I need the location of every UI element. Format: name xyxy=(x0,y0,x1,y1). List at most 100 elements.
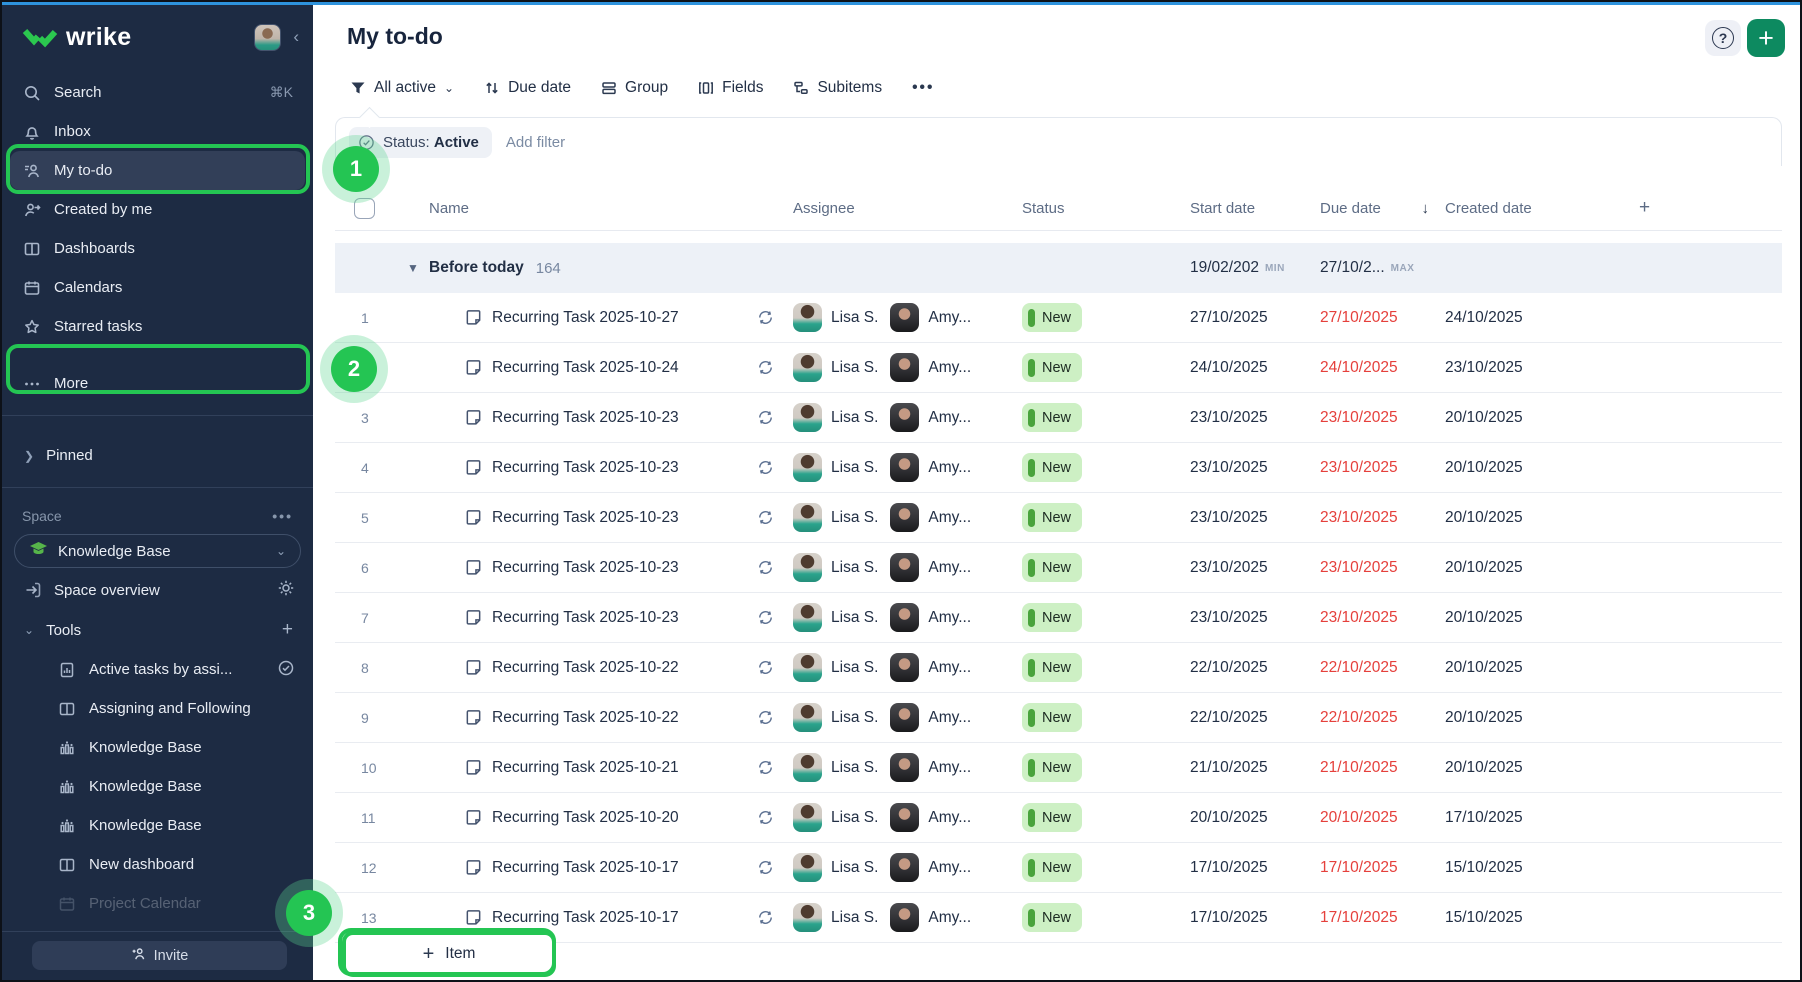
sidebar-item-starred-tasks[interactable]: Starred tasks xyxy=(10,307,305,346)
start-date[interactable]: 22/10/2025 xyxy=(1190,659,1268,677)
due-date[interactable]: 23/10/2025 xyxy=(1320,559,1398,577)
task-name[interactable]: Recurring Task 2025-10-22 xyxy=(492,709,679,727)
tool-item-assigning-following[interactable]: Assigning and Following xyxy=(2,689,313,728)
gear-icon[interactable] xyxy=(277,579,295,601)
status-badge[interactable]: New xyxy=(1022,453,1082,482)
status-badge[interactable]: New xyxy=(1022,803,1082,832)
assignee-avatar[interactable] xyxy=(890,653,919,682)
task-name[interactable]: Recurring Task 2025-10-24 xyxy=(492,359,679,377)
created-date[interactable]: 20/10/2025 xyxy=(1445,409,1523,427)
table-row[interactable]: 6 Recurring Task 2025-10-23 Li xyxy=(335,543,1782,593)
table-row[interactable]: 12 Recurring Task 2025-10-17 L xyxy=(335,843,1782,893)
created-date[interactable]: 20/10/2025 xyxy=(1445,759,1523,777)
start-date[interactable]: 23/10/2025 xyxy=(1190,409,1268,427)
task-name[interactable]: Recurring Task 2025-10-27 xyxy=(492,309,679,327)
due-date[interactable]: 23/10/2025 xyxy=(1320,509,1398,527)
space-selector[interactable]: Knowledge Base ⌄ xyxy=(14,534,301,568)
created-date[interactable]: 15/10/2025 xyxy=(1445,909,1523,927)
assignee-avatar[interactable] xyxy=(890,403,919,432)
start-date[interactable]: 23/10/2025 xyxy=(1190,609,1268,627)
due-date[interactable]: 23/10/2025 xyxy=(1320,459,1398,477)
table-row[interactable]: 4 Recurring Task 2025-10-23 Li xyxy=(335,443,1782,493)
chevron-down-icon[interactable]: ▼ xyxy=(407,261,419,275)
sidebar-item-calendars[interactable]: Calendars xyxy=(10,268,305,307)
task-name[interactable]: Recurring Task 2025-10-21 xyxy=(492,759,679,777)
table-row[interactable]: 1 Recurring Task 2025-10-27 Li xyxy=(335,293,1782,343)
sort-control[interactable]: Due date xyxy=(484,79,571,97)
assignee-avatar[interactable] xyxy=(793,553,822,582)
created-date[interactable]: 15/10/2025 xyxy=(1445,859,1523,877)
add-item-button[interactable]: + Item xyxy=(342,931,556,977)
created-date[interactable]: 20/10/2025 xyxy=(1445,459,1523,477)
assignee-avatar[interactable] xyxy=(793,303,822,332)
status-badge[interactable]: New xyxy=(1022,303,1082,332)
create-item-button[interactable]: + xyxy=(1747,19,1785,57)
task-name[interactable]: Recurring Task 2025-10-23 xyxy=(492,559,679,577)
created-date[interactable]: 20/10/2025 xyxy=(1445,709,1523,727)
table-row[interactable]: 8 Recurring Task 2025-10-22 Li xyxy=(335,643,1782,693)
created-date[interactable]: 23/10/2025 xyxy=(1445,359,1523,377)
start-date[interactable]: 23/10/2025 xyxy=(1190,559,1268,577)
due-date[interactable]: 21/10/2025 xyxy=(1320,759,1398,777)
status-badge[interactable]: New xyxy=(1022,653,1082,682)
space-menu-icon[interactable]: ••• xyxy=(272,508,293,524)
table-row[interactable]: 7 Recurring Task 2025-10-23 Li xyxy=(335,593,1782,643)
assignee-avatar[interactable] xyxy=(793,403,822,432)
assignee-avatar[interactable] xyxy=(890,553,919,582)
task-name[interactable]: Recurring Task 2025-10-23 xyxy=(492,609,679,627)
collapse-sidebar-icon[interactable]: ‹ xyxy=(293,27,299,47)
column-header-status[interactable]: Status xyxy=(1022,186,1190,230)
created-date[interactable]: 20/10/2025 xyxy=(1445,659,1523,677)
fields-control[interactable]: Fields xyxy=(698,79,763,97)
created-date[interactable]: 20/10/2025 xyxy=(1445,509,1523,527)
add-filter-button[interactable]: Add filter xyxy=(506,134,565,151)
group-row-before-today[interactable]: ▼ Before today164 19/02/202MIN 27/10/2..… xyxy=(335,243,1782,293)
start-date[interactable]: 23/10/2025 xyxy=(1190,459,1268,477)
due-date[interactable]: 27/10/2025 xyxy=(1320,309,1398,327)
status-badge[interactable]: New xyxy=(1022,753,1082,782)
assignee-avatar[interactable] xyxy=(793,603,822,632)
assignee-avatar[interactable] xyxy=(890,903,919,932)
select-all-checkbox[interactable] xyxy=(354,198,375,219)
due-date[interactable]: 23/10/2025 xyxy=(1320,409,1398,427)
assignee-avatar[interactable] xyxy=(793,653,822,682)
table-row[interactable]: 11 Recurring Task 2025-10-20 L xyxy=(335,793,1782,843)
created-date[interactable]: 20/10/2025 xyxy=(1445,609,1523,627)
task-name[interactable]: Recurring Task 2025-10-17 xyxy=(492,909,679,927)
created-date[interactable]: 17/10/2025 xyxy=(1445,809,1523,827)
start-date[interactable]: 21/10/2025 xyxy=(1190,759,1268,777)
assignee-avatar[interactable] xyxy=(890,303,919,332)
start-date[interactable]: 20/10/2025 xyxy=(1190,809,1268,827)
created-date[interactable]: 24/10/2025 xyxy=(1445,309,1523,327)
assignee-avatar[interactable] xyxy=(793,903,822,932)
invite-button[interactable]: Invite xyxy=(32,941,287,970)
due-date[interactable]: 17/10/2025 xyxy=(1320,909,1398,927)
help-button[interactable]: ? xyxy=(1705,20,1741,56)
table-row[interactable]: 10 Recurring Task 2025-10-21 L xyxy=(335,743,1782,793)
table-row[interactable]: 9 Recurring Task 2025-10-22 Li xyxy=(335,693,1782,743)
table-row[interactable]: 3 Recurring Task 2025-10-23 Li xyxy=(335,393,1782,443)
due-date[interactable]: 20/10/2025 xyxy=(1320,809,1398,827)
task-name[interactable]: Recurring Task 2025-10-23 xyxy=(492,409,679,427)
sidebar-item-search[interactable]: Search ⌘K xyxy=(10,73,305,112)
assignee-avatar[interactable] xyxy=(890,803,919,832)
toolbar-more-icon[interactable]: ••• xyxy=(912,79,934,97)
assignee-avatar[interactable] xyxy=(890,703,919,732)
status-badge[interactable]: New xyxy=(1022,703,1082,732)
sidebar-item-created-by-me[interactable]: Created by me xyxy=(10,190,305,229)
created-date[interactable]: 20/10/2025 xyxy=(1445,559,1523,577)
sidebar-item-more[interactable]: More xyxy=(10,364,305,403)
start-date[interactable]: 22/10/2025 xyxy=(1190,709,1268,727)
task-name[interactable]: Recurring Task 2025-10-23 xyxy=(492,509,679,527)
user-avatar[interactable] xyxy=(254,24,281,51)
assignee-avatar[interactable] xyxy=(890,853,919,882)
tool-item-new-dashboard[interactable]: New dashboard xyxy=(2,845,313,884)
add-column-button[interactable]: + xyxy=(1605,186,1782,230)
column-header-assignee[interactable]: Assignee xyxy=(793,186,1022,230)
assignee-avatar[interactable] xyxy=(890,753,919,782)
task-name[interactable]: Recurring Task 2025-10-23 xyxy=(492,459,679,477)
start-date[interactable]: 27/10/2025 xyxy=(1190,309,1268,327)
due-date[interactable]: 22/10/2025 xyxy=(1320,709,1398,727)
status-badge[interactable]: New xyxy=(1022,603,1082,632)
filter-dropdown[interactable]: All active ⌄ xyxy=(350,79,454,97)
